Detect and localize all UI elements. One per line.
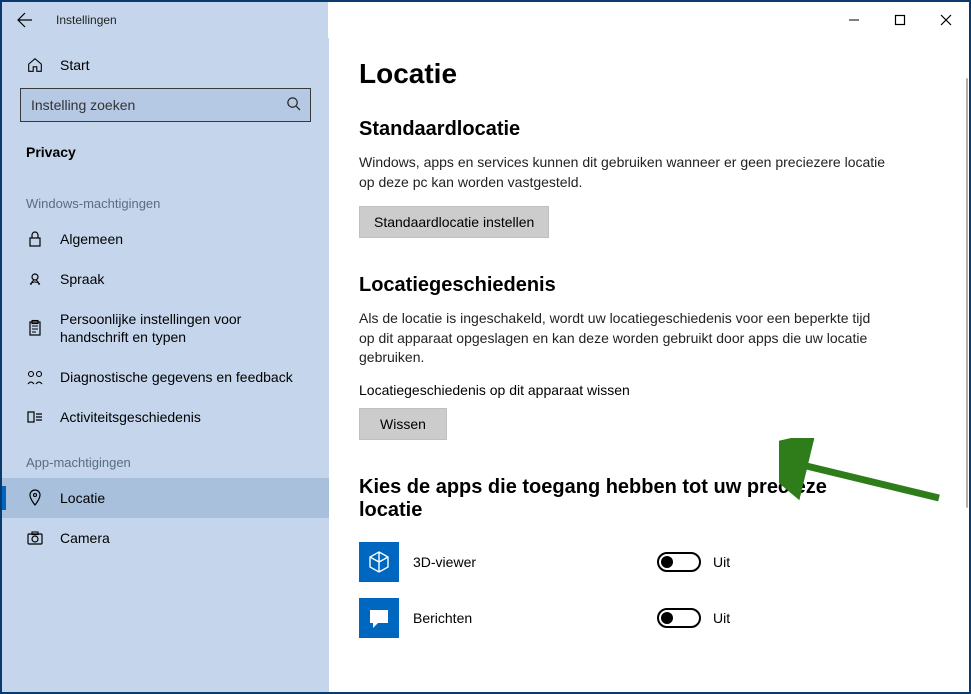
camera-icon: [26, 529, 44, 547]
app-row-3dviewer: 3D-viewer Uit: [359, 534, 939, 590]
current-section-label: Privacy: [2, 136, 329, 178]
window-title: Instellingen: [56, 13, 117, 27]
maximize-icon: [894, 14, 906, 26]
sidebar-item-location[interactable]: Locatie: [2, 478, 329, 518]
section-history-title: Locatiegeschiedenis: [359, 274, 939, 297]
location-icon: [26, 489, 44, 507]
app-icon-3dviewer: [359, 542, 399, 582]
clipboard-icon: [26, 319, 44, 337]
toggle-state-label: Uit: [713, 554, 730, 570]
sidebar-item-label: Algemeen: [60, 231, 123, 247]
sidebar-item-label: Activiteitsgeschiedenis: [60, 409, 201, 425]
app-name: 3D-viewer: [413, 554, 643, 570]
section-default-location-desc: Windows, apps en services kunnen dit geb…: [359, 153, 889, 192]
toggle-state-label: Uit: [713, 610, 730, 626]
title-bar: Instellingen: [2, 2, 969, 38]
close-icon: [940, 14, 952, 26]
feedback-icon: [26, 368, 44, 386]
sidebar-item-label: Persoonlijke instellingen voor handschri…: [60, 310, 305, 346]
search-input[interactable]: [20, 88, 311, 122]
lock-icon: [26, 230, 44, 248]
app-row-messages: Berichten Uit: [359, 590, 939, 646]
minimize-icon: [848, 14, 860, 26]
app-name: Berichten: [413, 610, 643, 626]
sidebar-item-general[interactable]: Algemeen: [2, 219, 329, 259]
page-title: Locatie: [359, 58, 939, 90]
clear-history-label: Locatiegeschiedenis op dit apparaat wiss…: [359, 382, 939, 398]
back-button[interactable]: [16, 11, 34, 29]
home-label: Start: [60, 57, 90, 73]
sidebar-item-inking[interactable]: Persoonlijke instellingen voor handschri…: [2, 299, 329, 357]
toggle-messages[interactable]: [657, 608, 701, 628]
toggle-3dviewer[interactable]: [657, 552, 701, 572]
sidebar-heading-app-perms: App-machtigingen: [2, 437, 329, 478]
sidebar-item-camera[interactable]: Camera: [2, 518, 329, 558]
sidebar-item-label: Camera: [60, 530, 110, 546]
set-default-location-button[interactable]: Standaardlocatie instellen: [359, 206, 549, 238]
sidebar-item-label: Spraak: [60, 271, 104, 287]
maximize-button[interactable]: [877, 2, 923, 38]
scrollbar[interactable]: [966, 78, 969, 508]
app-icon-messages: [359, 598, 399, 638]
sidebar-item-label: Diagnostische gegevens en feedback: [60, 369, 293, 385]
home-icon: [26, 56, 44, 74]
activity-icon: [26, 408, 44, 426]
speech-icon: [26, 270, 44, 288]
sidebar-item-label: Locatie: [60, 490, 105, 506]
sidebar: Start Privacy Windows-machtigingen Algem…: [2, 38, 329, 692]
minimize-button[interactable]: [831, 2, 877, 38]
sidebar-item-speech[interactable]: Spraak: [2, 259, 329, 299]
close-button[interactable]: [923, 2, 969, 38]
section-history-desc: Als de locatie is ingeschakeld, wordt uw…: [359, 309, 889, 368]
arrow-left-icon: [17, 12, 33, 28]
sidebar-item-activity[interactable]: Activiteitsgeschiedenis: [2, 397, 329, 437]
sidebar-heading-windows-perms: Windows-machtigingen: [2, 178, 329, 219]
section-default-location-title: Standaardlocatie: [359, 118, 939, 141]
sidebar-item-diagnostics[interactable]: Diagnostische gegevens en feedback: [2, 357, 329, 397]
content-pane: Locatie Standaardlocatie Windows, apps e…: [329, 38, 969, 692]
clear-history-button[interactable]: Wissen: [359, 408, 447, 440]
home-link[interactable]: Start: [2, 46, 329, 84]
section-apps-title: Kies de apps die toegang hebben tot uw p…: [359, 476, 859, 522]
